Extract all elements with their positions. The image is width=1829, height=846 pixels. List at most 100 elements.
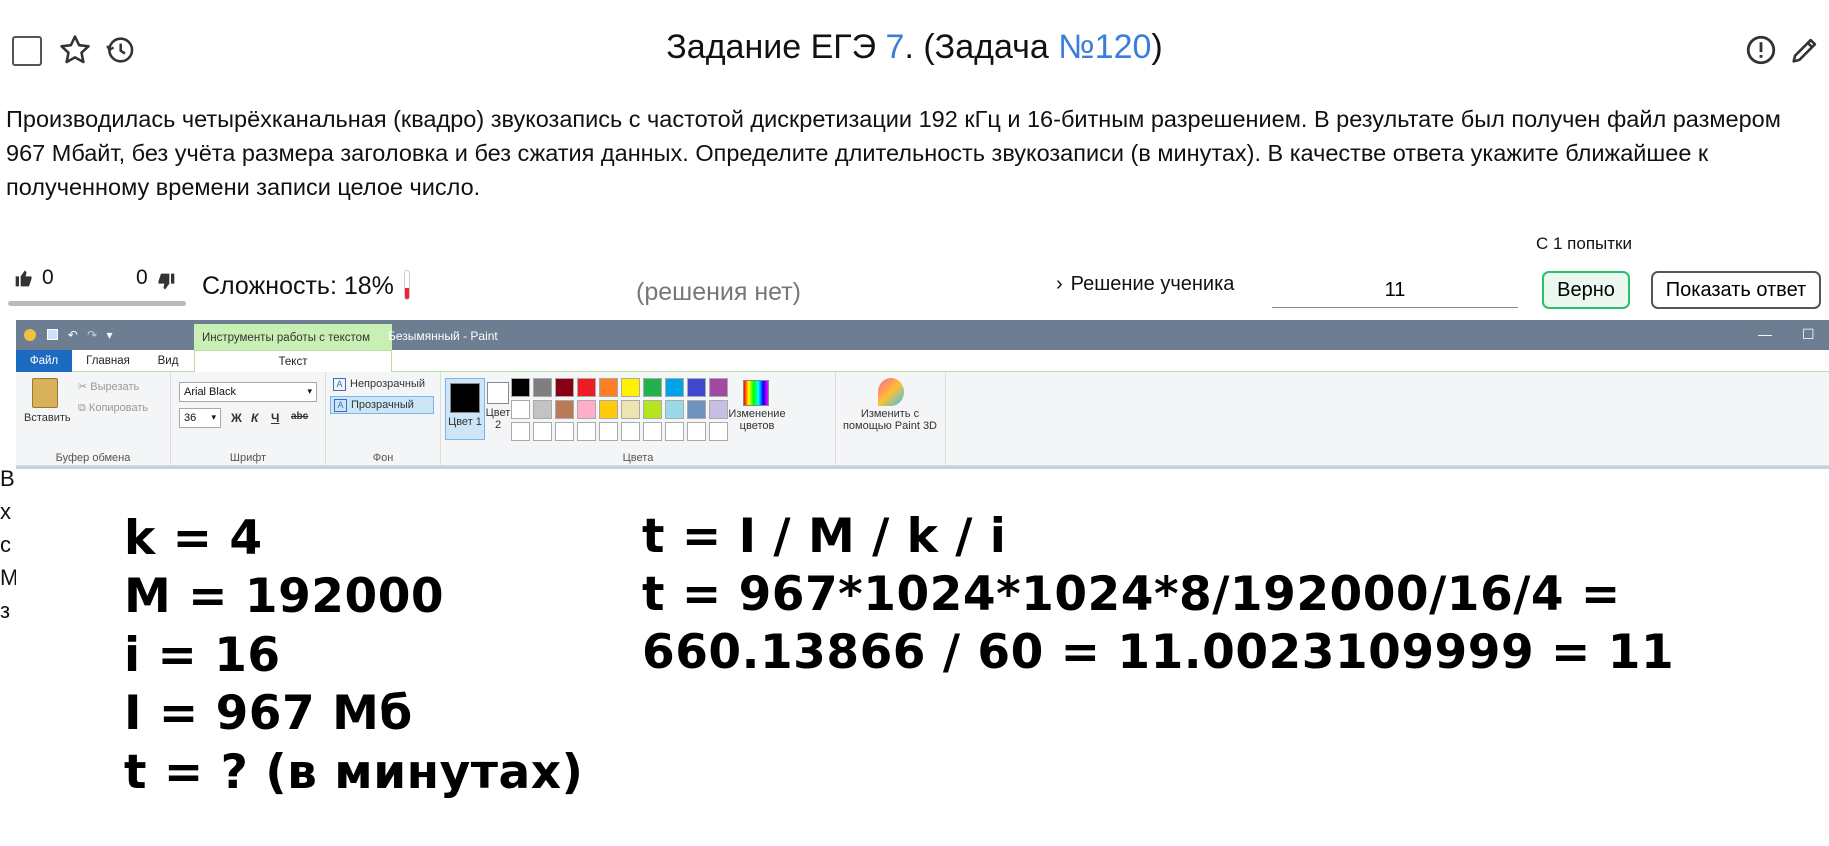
canvas-line-i: i = 16 (124, 628, 281, 683)
thumbs-up-icon[interactable] (14, 268, 34, 288)
difficulty-label: Сложность: 18% (202, 272, 394, 300)
show-answer-button[interactable]: Показать ответ (1651, 271, 1821, 309)
palette-color-swatch (709, 422, 728, 441)
title-middle: . (Задача (904, 28, 1059, 66)
palette-color-swatch (599, 378, 618, 397)
palette-color-swatch (577, 422, 596, 441)
paint-canvas: k = 4 M = 192000 i = 16 I = 967 Мб t = ?… (16, 466, 1829, 846)
paint-tab-view: Вид (157, 355, 179, 367)
edit-pencil-icon[interactable] (1788, 33, 1822, 67)
palette-color-swatch (687, 422, 706, 441)
palette-color-swatch (555, 378, 574, 397)
color1-label: Цвет 1 (448, 416, 482, 428)
bold-icon: Ж (231, 411, 242, 425)
palette-color-swatch (511, 400, 530, 419)
scissors-icon: ✂ (78, 381, 91, 393)
dropdown-icon: ▾ (106, 327, 113, 342)
colors-group-label: Цвета (622, 452, 654, 464)
paint3d-label: Изменить с помощью Paint 3D (842, 408, 938, 432)
color1-button: Цвет 1 (445, 378, 485, 440)
transparent-icon: A (334, 399, 347, 412)
palette-color-swatch (555, 400, 574, 419)
palette-color-swatch (621, 422, 640, 441)
palette-color-swatch (687, 400, 706, 419)
font-name-value: Arial Black (184, 386, 236, 398)
palette-color-swatch (599, 422, 618, 441)
canvas-line-size: I = 967 Мб (124, 686, 413, 741)
palette-color-swatch (709, 400, 728, 419)
dropdown-icon: ▾ (307, 386, 312, 396)
copy-text: Копировать (88, 402, 149, 414)
quick-access-toolbar: ↶ ↷ ▾ (24, 327, 174, 343)
paint3d-group: Изменить с помощью Paint 3D (836, 372, 946, 466)
save-icon (47, 329, 59, 341)
redo-icon: ↷ (87, 327, 98, 342)
palette-color-swatch (511, 378, 530, 397)
italic-icon: К (251, 411, 259, 425)
canvas-line-k: k = 4 (124, 511, 263, 566)
color2-swatch (487, 382, 509, 404)
dislikes-count: 0 (136, 266, 148, 289)
chevron-right-icon: › (1056, 273, 1063, 295)
likes-count: 0 (42, 266, 54, 289)
text-tools-context-tab: Инструменты работы с текстом (194, 324, 392, 350)
likes-ratio-bar (8, 301, 186, 306)
background-group-label: Фон (372, 452, 394, 464)
opaque-label: Непрозрачный (350, 378, 426, 390)
palette-color-swatch (533, 400, 552, 419)
palette-color-swatch (577, 400, 596, 419)
font-group: Arial Black ▾ 36 ▾ Ж К Ч abc Шрифт (171, 372, 326, 466)
transparent-option: A Прозрачный (330, 396, 434, 414)
palette-color-swatch (621, 400, 640, 419)
opaque-icon: A (333, 378, 346, 391)
color1-swatch (450, 383, 480, 413)
canvas-line-substitution: t = 967*1024*1024*8/192000/16/4 = (642, 567, 1621, 622)
palette-color-swatch (665, 422, 684, 441)
paint-tab-file: Файл (16, 350, 72, 372)
clipboard-group-label: Буфер обмена (55, 452, 131, 464)
title-suffix: ) (1151, 28, 1163, 66)
task-number-link[interactable]: 7 (886, 28, 905, 66)
paint-ribbon-tabs: Файл Главная Вид Текст (16, 350, 1829, 372)
paste-label: Вставить (24, 412, 71, 424)
report-icon[interactable] (1744, 33, 1778, 67)
palette-color-swatch (709, 378, 728, 397)
paste-icon (32, 378, 58, 408)
difficulty-meter (404, 270, 410, 300)
paint-app-icon (24, 328, 36, 341)
cut-label: ✂ Вырезать (78, 380, 139, 393)
task-text: Производилась четырёхканальная (квадро) … (6, 106, 1781, 200)
dropdown-icon: ▾ (211, 412, 216, 422)
font-name-select: Arial Black ▾ (179, 382, 317, 402)
student-solution-label: Решение ученика (1070, 273, 1235, 295)
palette-color-swatch (621, 378, 640, 397)
student-solution-toggle[interactable]: › Решение ученика (1056, 273, 1234, 296)
color2-button: Цвет 2 (485, 378, 511, 440)
correct-button[interactable]: Верно (1542, 271, 1630, 309)
canvas-line-formula: t = I / M / k / i (642, 509, 1007, 564)
page-title: Задание ЕГЭ 7. (Задача №120) (0, 28, 1829, 67)
background-group: A Непрозрачный A Прозрачный Фон (326, 372, 441, 466)
paint-tab-home: Главная (86, 355, 130, 367)
minimize-icon: — (1758, 326, 1772, 342)
cut-text: Вырезать (90, 381, 140, 393)
paint3d-icon (878, 378, 904, 406)
palette-color-swatch (687, 378, 706, 397)
palette-color-swatch (665, 400, 684, 419)
copy-label: ⧉ Копировать (78, 402, 148, 415)
clipboard-group: Вставить ✂ Вырезать ⧉ Копировать Буфер о… (16, 372, 171, 466)
no-solutions-text: (решения нет) (636, 278, 802, 306)
answer-input[interactable] (1272, 274, 1518, 308)
palette-color-swatch (533, 422, 552, 441)
palette-color-swatch (643, 422, 662, 441)
problem-number-link[interactable]: №120 (1058, 28, 1151, 66)
thumbs-down-icon[interactable] (156, 272, 176, 292)
edit-colors-label: Изменение цветов (728, 408, 786, 432)
underline-icon: Ч (271, 411, 280, 425)
canvas-line-result: 660.13866 / 60 = 11.0023109999 = 11 (642, 625, 1675, 680)
copy-icon: ⧉ (78, 402, 89, 414)
rainbow-icon (743, 380, 769, 406)
paint-tab-text: Текст (194, 350, 392, 372)
font-group-label: Шрифт (229, 452, 267, 464)
palette-color-swatch (643, 378, 662, 397)
